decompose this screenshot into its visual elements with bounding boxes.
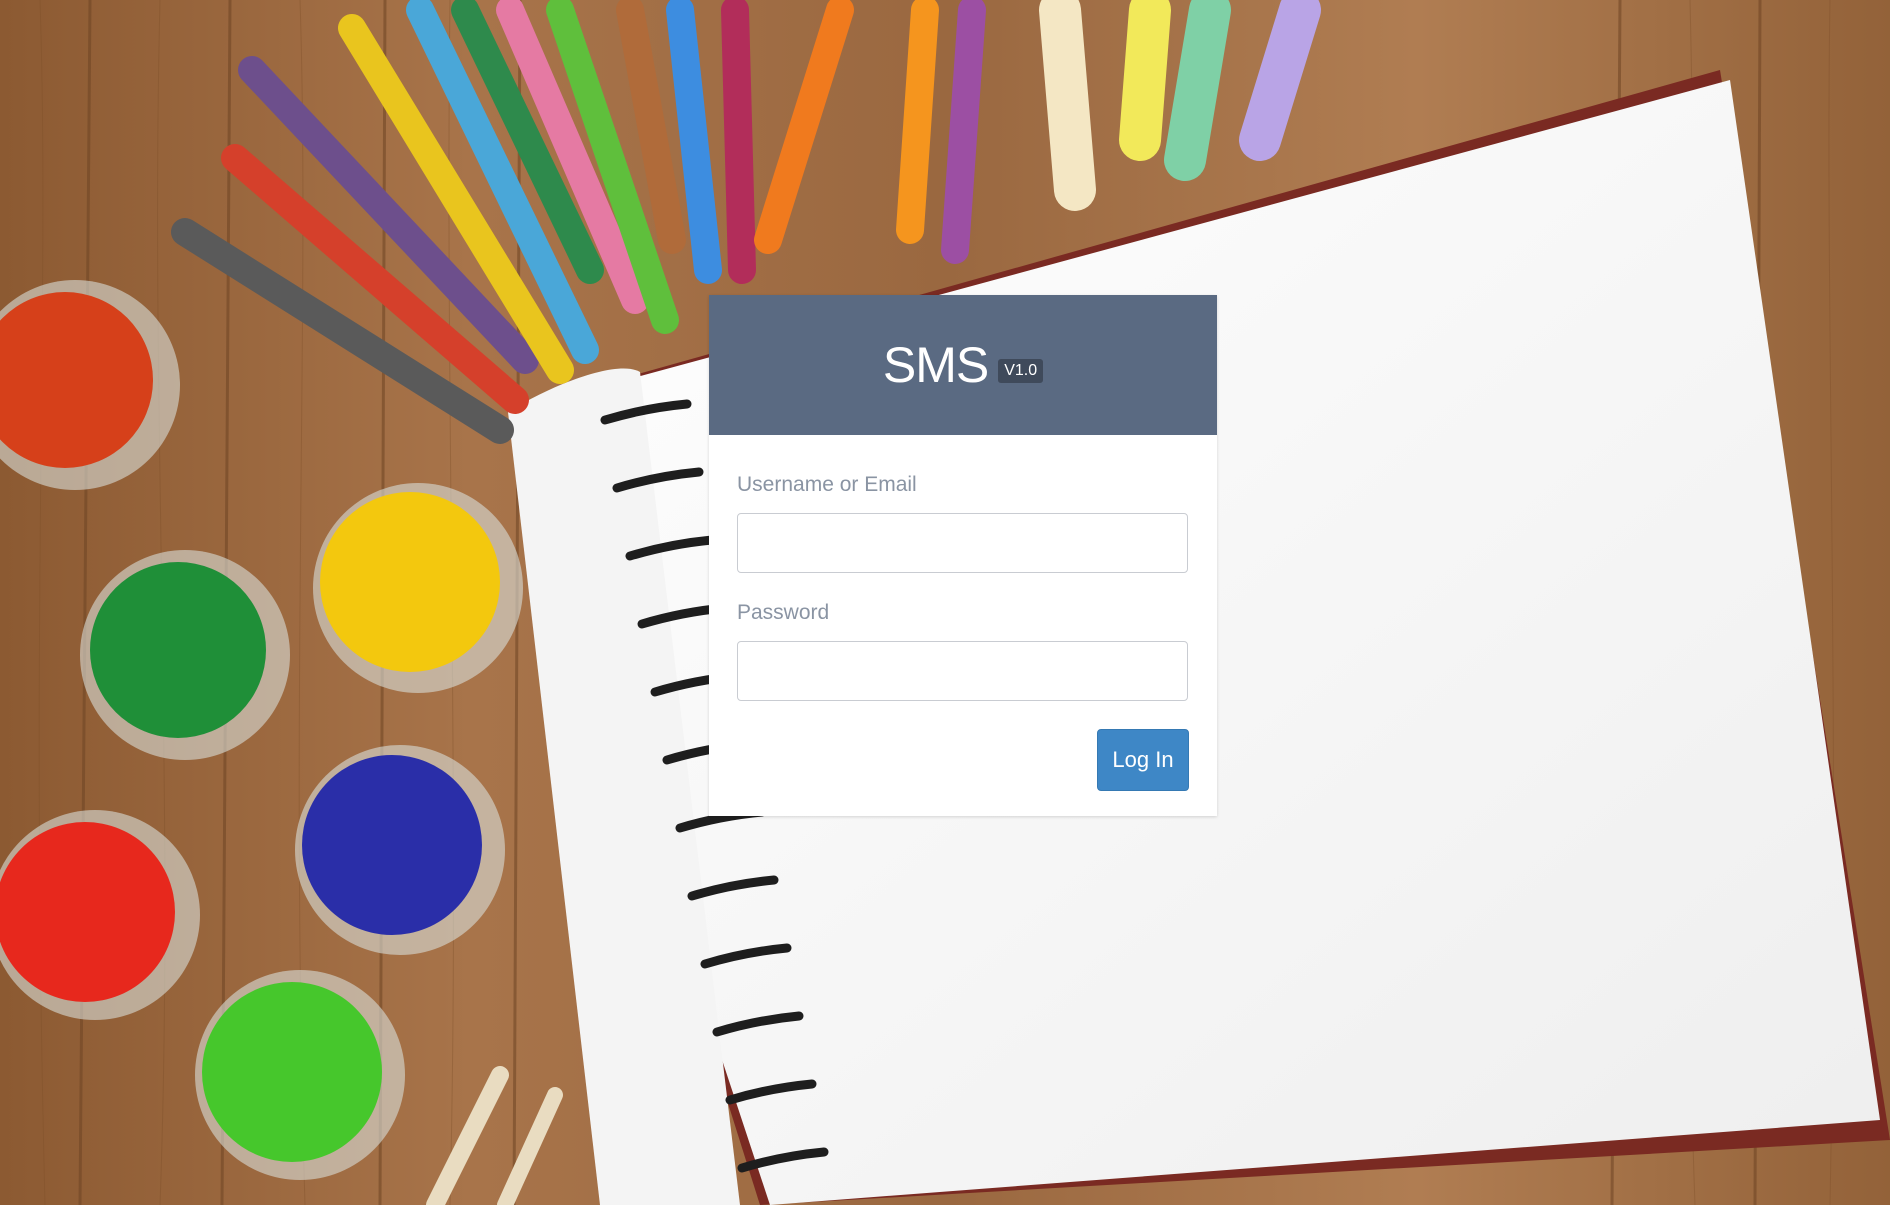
login-form: Username or Email Password Log In [709, 435, 1217, 791]
username-label: Username or Email [737, 473, 917, 496]
login-header: SMS V1.0 [709, 295, 1217, 435]
login-card: SMS V1.0 Username or Email Password Log … [709, 295, 1217, 816]
password-label: Password [737, 601, 830, 624]
username-group: Username or Email [737, 473, 1189, 573]
login-page: SMS V1.0 Username or Email Password Log … [0, 0, 1890, 1205]
app-title: SMS [882, 337, 989, 393]
login-button[interactable]: Log In [1097, 729, 1189, 791]
version-badge: V1.0 [998, 359, 1044, 383]
username-input[interactable] [737, 513, 1188, 573]
password-group: Password [737, 601, 1189, 701]
password-input[interactable] [737, 641, 1188, 701]
form-actions: Log In [737, 729, 1189, 791]
